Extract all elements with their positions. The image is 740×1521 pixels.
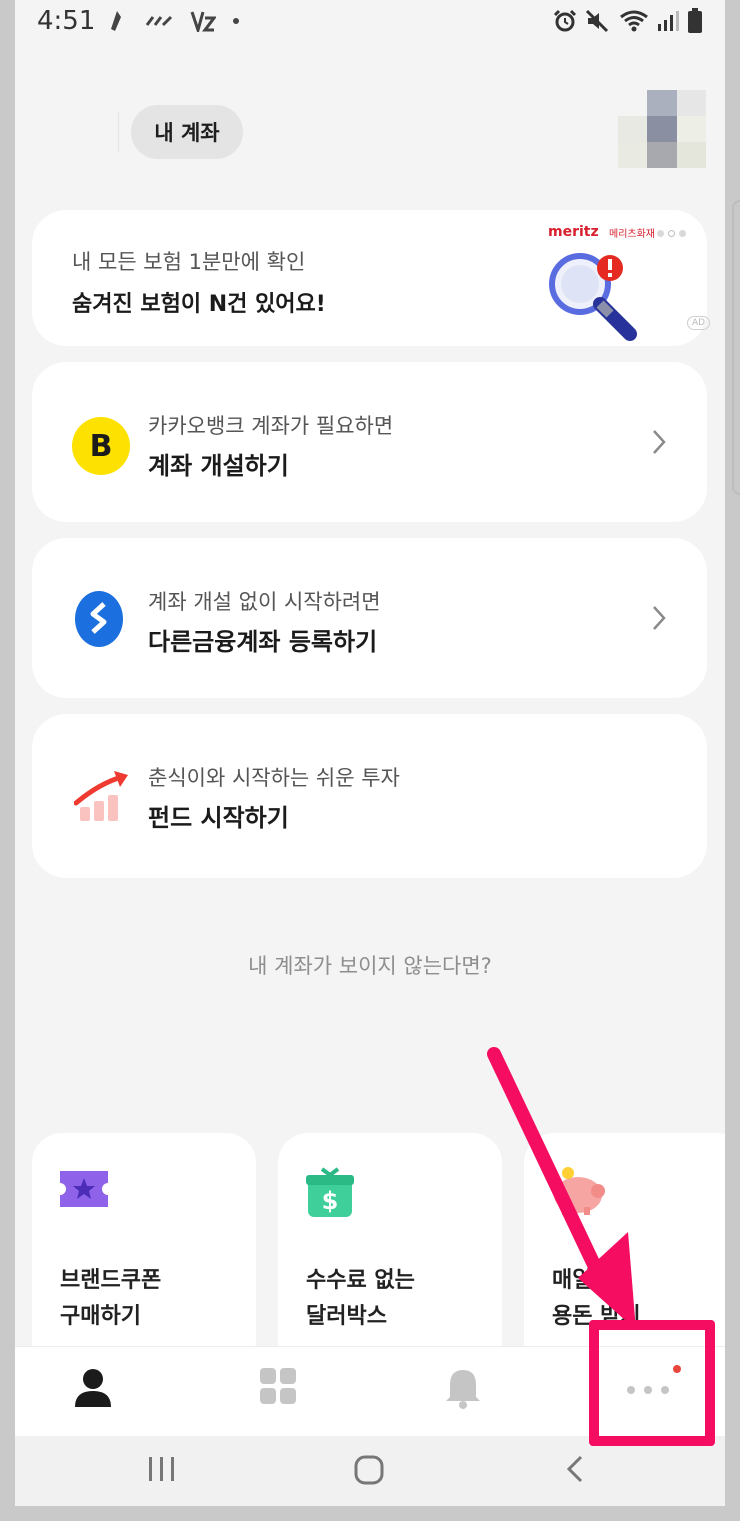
ad-line1: 내 모든 보험 1분만에 확인 (72, 250, 306, 274)
ad-line2: 숨겨진 보험이 N건 있어요! (72, 292, 326, 317)
svg-text:$: $ (322, 1187, 339, 1215)
promo-dollar-box[interactable]: $ 수수료 없는 달러박스 (278, 1133, 502, 1373)
promo-brand-coupon[interactable]: 브랜드쿠폰 구매하기 (32, 1133, 256, 1373)
register-account-line1: 계좌 개설 없이 시작하려면 (148, 590, 381, 614)
bell-icon[interactable] (445, 1367, 481, 1409)
chevron-right-icon (653, 430, 666, 454)
vpn-icon (191, 11, 218, 36)
dollar-box-icon: $ (306, 1167, 354, 1217)
status-bar: 4:51 (15, 0, 725, 46)
missing-account-link[interactable]: 내 계좌가 보이지 않는다면? (15, 950, 725, 980)
kakaobank-letter: B (89, 428, 113, 464)
system-nav-bar (15, 1436, 725, 1506)
ad-banner[interactable]: 내 모든 보험 1분만에 확인 숨겨진 보험이 N건 있어요! meritz 메… (32, 210, 711, 346)
dot-icon (233, 18, 240, 24)
chevron-right-icon (653, 606, 666, 630)
fund-line2: 펀드 시작하기 (148, 804, 289, 832)
back-icon[interactable] (565, 1454, 585, 1484)
battery-icon (688, 8, 702, 33)
coupon-icon (60, 1171, 108, 1207)
status-time: 4:51 (37, 6, 96, 36)
signal-icon (658, 11, 679, 31)
notification-icon (111, 11, 121, 31)
register-account-card[interactable]: 계좌 개설 없이 시작하려면 다른금융계좌 등록하기 (32, 538, 707, 698)
magnifier-icon (549, 253, 637, 341)
mute-icon (585, 9, 609, 33)
header-divider (118, 112, 119, 152)
open-account-line1: 카카오뱅크 계좌가 필요하면 (148, 414, 394, 438)
annotation-highlight-box (589, 1320, 715, 1446)
ezl-icon (145, 15, 172, 27)
promo-text: 수수료 없는 달러박스 (306, 1268, 415, 1329)
ad-brand-logo: meritz (548, 224, 599, 240)
growth-chart-icon (74, 771, 128, 821)
recent-apps-icon[interactable] (147, 1454, 177, 1484)
fund-line1: 춘식이와 시작하는 쉬운 투자 (148, 766, 400, 790)
wifi-icon (620, 10, 648, 32)
bank-s-icon (75, 591, 123, 647)
ad-badge: AD (687, 316, 711, 330)
avatar[interactable] (618, 90, 706, 168)
open-account-line2: 계좌 개설하기 (148, 452, 289, 480)
app-screen: 4:51 내 계좌 내 모든 보험 1분만에 확인 숨겨진 보험이 N건 있어요… (15, 0, 725, 1506)
register-account-line2: 다른금융계좌 등록하기 (148, 628, 378, 656)
home-icon[interactable] (353, 1454, 385, 1486)
edge-panel-handle[interactable] (732, 200, 740, 495)
ad-brand-sub: 메리츠화재 (609, 229, 655, 240)
ad-pagination (657, 230, 686, 237)
tab-my-accounts[interactable]: 내 계좌 (131, 105, 243, 159)
status-right-icons (553, 8, 703, 34)
promo-text: 브랜드쿠폰 구매하기 (60, 1268, 162, 1329)
kakaobank-icon: B (72, 417, 130, 475)
open-account-card[interactable]: B 카카오뱅크 계좌가 필요하면 계좌 개설하기 (32, 362, 707, 522)
piggy-bank-icon (554, 1167, 605, 1215)
alarm-icon (553, 9, 577, 32)
person-icon[interactable] (73, 1367, 113, 1409)
status-left-icons (107, 9, 240, 36)
grid-icon[interactable] (259, 1367, 297, 1405)
fund-start-card[interactable]: 춘식이와 시작하는 쉬운 투자 펀드 시작하기 (32, 714, 707, 878)
